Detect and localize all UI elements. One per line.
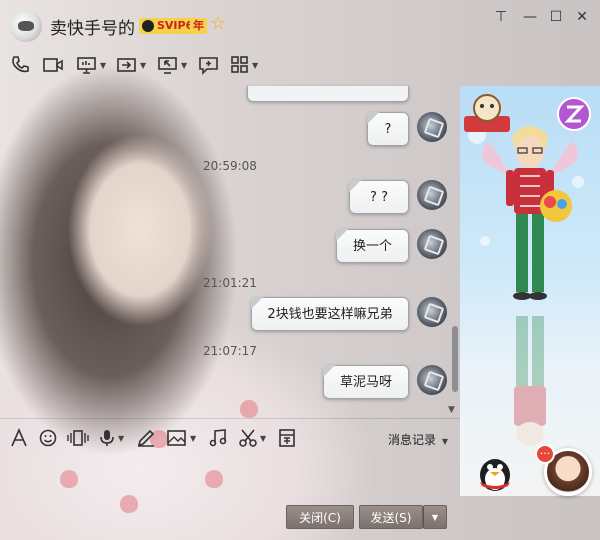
apps-grid-button[interactable]: ▼ <box>230 52 258 78</box>
pet-game-badge-icon <box>540 190 572 222</box>
music-icon <box>209 429 227 447</box>
contact-avatar[interactable] <box>10 10 42 42</box>
svip-badge[interactable]: SVIP6 <box>139 18 198 34</box>
message-bubble[interactable]: ? ? <box>349 180 409 214</box>
red-packet-icon <box>279 429 295 447</box>
font-button[interactable] <box>10 427 28 449</box>
message-bubble-partial <box>247 86 409 102</box>
show-panel <box>460 86 600 496</box>
image-icon <box>167 430 186 446</box>
star-icon[interactable]: ☆ <box>210 14 226 34</box>
emoji-button[interactable] <box>38 427 58 449</box>
send-options-dropdown[interactable]: ▼ <box>423 505 447 529</box>
chevron-down-icon: ▼ <box>441 437 448 446</box>
chevron-down-icon[interactable]: ▼ <box>181 61 187 70</box>
remote-desktop-icon <box>77 57 96 74</box>
pin-icon[interactable]: ⊤ <box>490 8 512 26</box>
self-avatar[interactable] <box>417 297 447 327</box>
decor-dot <box>120 495 138 513</box>
red-packet-button[interactable] <box>278 427 296 449</box>
shake-icon <box>67 430 89 446</box>
apps-grid-icon <box>231 56 248 73</box>
music-button[interactable] <box>208 427 228 449</box>
edit-button[interactable] <box>136 427 156 449</box>
video-button[interactable] <box>42 52 64 78</box>
phone-icon <box>12 56 29 73</box>
self-avatar[interactable] <box>417 365 447 395</box>
year-badge: 年 <box>190 18 207 34</box>
self-avatar[interactable] <box>417 229 447 259</box>
create-discussion-icon <box>199 57 218 75</box>
input-toolbar: ▼ ▼ ▼ 消息记录 ▼ <box>0 418 460 456</box>
message-timestamp: 21:07:17 <box>203 344 257 358</box>
contact-nickname[interactable]: 卖快手号的 <box>50 14 135 39</box>
history-label: 消息记录 <box>388 433 437 447</box>
chevron-down-icon[interactable]: ▼ <box>190 434 196 443</box>
shake-button[interactable] <box>66 427 90 449</box>
screen-share-button[interactable]: ▼ <box>157 52 187 78</box>
chat-scrollbar[interactable] <box>450 86 460 416</box>
message-bubble[interactable]: 草泥马呀 <box>323 365 409 399</box>
send-button[interactable]: 发送(S) <box>359 505 423 529</box>
character-reflection <box>514 316 546 446</box>
image-button[interactable]: ▼ <box>166 427 196 449</box>
send-file-icon <box>117 58 136 72</box>
chevron-down-icon[interactable]: ▼ <box>252 61 258 70</box>
self-avatar[interactable] <box>417 180 447 210</box>
maximize-icon[interactable]: ☐ <box>545 8 567 26</box>
chevron-down-icon[interactable]: ▼ <box>100 61 106 70</box>
font-icon <box>11 428 27 447</box>
scroll-thumb[interactable] <box>452 326 458 392</box>
chevron-down-icon[interactable]: ▼ <box>140 61 146 70</box>
message-history-button[interactable]: 消息记录 ▼ <box>388 431 448 448</box>
voice-button[interactable]: ▼ <box>98 427 124 449</box>
decor-dot <box>240 400 258 418</box>
chat-notice-icon[interactable]: ··· <box>535 444 555 464</box>
phone-button[interactable] <box>10 52 30 78</box>
close-icon[interactable]: ✕ <box>571 8 593 26</box>
title-bar: 卖快手号的 SVIP6 年 ☆ ⊤ — ☐ ✕ <box>0 0 600 46</box>
message-timestamp: 20:59:08 <box>203 159 257 173</box>
message-timestamp: 21:01:21 <box>203 276 257 290</box>
chevron-down-icon[interactable]: ▼ <box>260 434 266 443</box>
video-icon <box>43 58 63 72</box>
decor-dot <box>60 470 78 488</box>
screenshot-button[interactable]: ▼ <box>238 427 266 449</box>
qq-penguin-icon[interactable] <box>472 448 518 494</box>
self-avatar[interactable] <box>417 112 447 142</box>
remote-desktop-button[interactable]: ▼ <box>76 52 106 78</box>
screen-share-icon <box>158 57 177 74</box>
voice-icon <box>100 430 114 446</box>
scroll-down-icon[interactable]: ▼ <box>448 405 455 415</box>
minimize-icon[interactable]: — <box>519 8 541 26</box>
message-bubble[interactable]: ? <box>367 112 409 146</box>
message-bubble[interactable]: 换一个 <box>336 229 409 263</box>
screenshot-icon <box>239 429 257 447</box>
decor-dot <box>205 470 223 488</box>
edit-icon <box>137 429 155 447</box>
send-file-button[interactable]: ▼ <box>116 52 146 78</box>
emoji-icon <box>39 429 57 447</box>
message-bubble[interactable]: 2块钱也要这样嘛兄弟 <box>251 297 409 331</box>
chevron-down-icon[interactable]: ▼ <box>118 434 124 443</box>
create-discussion-button[interactable] <box>198 52 220 78</box>
close-button[interactable]: 关闭(C) <box>286 505 354 529</box>
chat-window: 卖快手号的 SVIP6 年 ☆ ⊤ — ☐ ✕ ▼ ▼ ▼ ▼ ? 20:59:… <box>0 0 600 540</box>
